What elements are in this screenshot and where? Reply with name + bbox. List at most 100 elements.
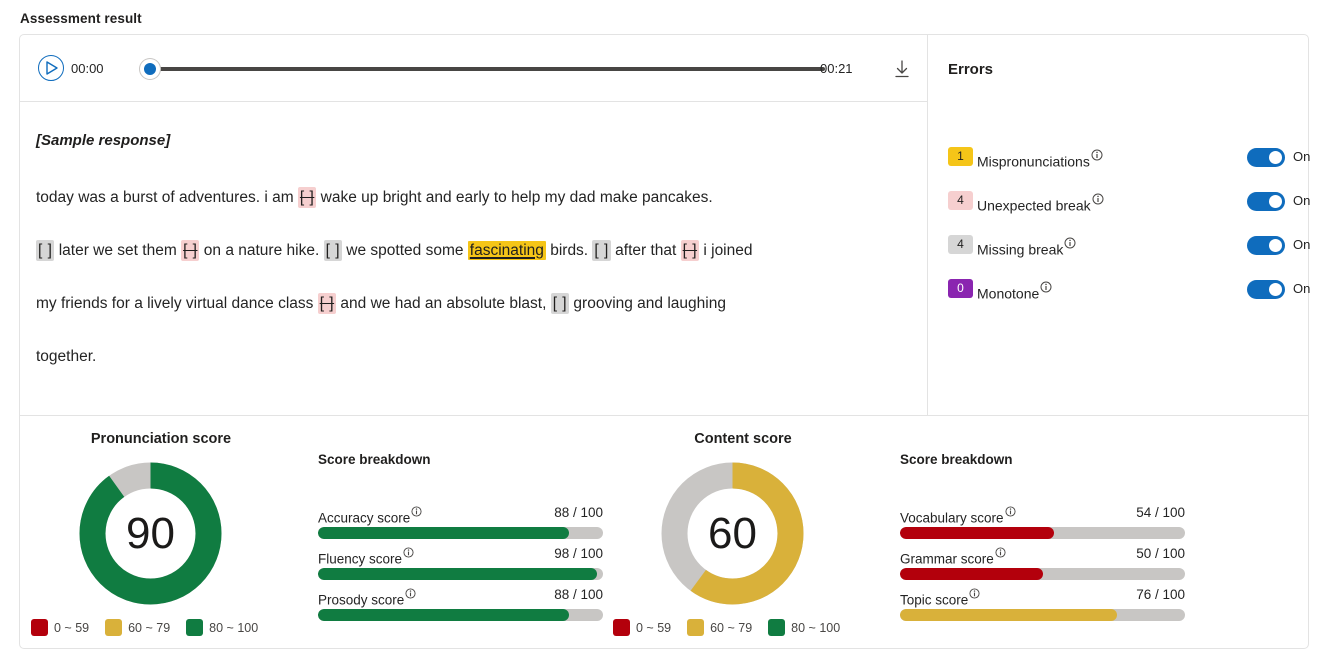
error-count-badge: 0 [948,279,973,298]
score-value: 60 [708,508,757,558]
legend-item: 80 ~ 100 [186,619,258,636]
score-title: Pronunciation score [90,431,232,447]
unexpected-break-marker[interactable]: [ ] [317,293,337,314]
info-icon[interactable] [1040,280,1052,296]
unexpected-break-marker[interactable]: [ ] [297,187,317,208]
download-icon[interactable] [891,58,913,80]
breakdown-bar-track [318,527,603,539]
transcript-text: after that [610,242,681,259]
breakdown-value: 88 / 100 [554,587,603,602]
info-icon[interactable] [403,546,414,561]
breakdown-bar-fill [318,609,569,621]
transcript-text: grooving and laughing [569,295,726,312]
toggle-state-label: On [1293,237,1311,252]
legend-swatch [105,619,123,636]
missing-break-marker[interactable]: [ ] [550,293,570,314]
errors-panel: Errors 1 Mispronunciations On 4 Unexpected b… [928,35,1310,415]
transcript-text: on a nature hike. [199,242,324,259]
error-toggle[interactable] [1247,280,1285,299]
missing-break-marker[interactable]: [ ] [36,240,55,261]
content-score-block: Content score 60 0 ~ 59 60 ~ 79 80 ~ 100 Scor… [602,416,1246,648]
score-legend: 0 ~ 59 60 ~ 79 80 ~ 100 [31,619,274,639]
transcript-text: together. [36,348,97,365]
legend-swatch [613,619,630,636]
breakdown-value: 76 / 100 [1136,587,1185,602]
score-title: Content score [694,431,792,447]
info-icon[interactable] [1064,236,1076,252]
transcript-line: today was a burst of adventures. i am [ … [36,171,911,224]
legend-label: 60 ~ 79 [710,621,753,635]
legend-item: 60 ~ 79 [687,619,752,636]
error-toggle[interactable] [1247,192,1285,211]
breakdown-bar-track [900,568,1185,580]
unexpected-break-marker[interactable]: [ ] [680,240,700,261]
breakdown-bar-track [900,527,1185,539]
legend-label: 0 ~ 59 [54,621,90,635]
missing-break-marker[interactable]: [ ] [592,240,611,261]
download-arrow-icon [895,60,909,78]
info-icon[interactable] [1005,505,1016,520]
errors-title: Errors [948,61,994,78]
toggle-state-label: On [1293,281,1311,296]
breakdown-bar-fill [900,568,1043,580]
legend-label: 60 ~ 79 [128,621,171,635]
error-label: Mispronunciations [977,148,1103,170]
breakdown-value: 98 / 100 [554,546,603,561]
legend-item: 0 ~ 59 [613,619,671,636]
breakdown-bar-track [318,568,603,580]
error-toggle[interactable] [1247,236,1285,255]
transcript-text: and we had an absolute blast, [336,295,551,312]
info-icon[interactable] [969,587,980,602]
breakdown-label: Vocabulary score [900,505,1016,526]
breakdown-bar-track [900,609,1185,621]
transcript-line: together. [36,330,911,383]
score-donut: 90 [78,461,223,606]
info-icon[interactable] [1091,148,1103,164]
transcript-text: we spotted some [342,242,468,259]
score-legend: 0 ~ 59 60 ~ 79 80 ~ 100 [613,619,856,639]
info-icon[interactable] [405,587,416,602]
page-title: Assessment result [20,11,142,26]
unexpected-break-marker[interactable]: [ ] [181,240,200,261]
error-toggle[interactable] [1247,148,1285,167]
legend-label: 80 ~ 100 [209,621,259,635]
breakdown-bar-fill [318,527,569,539]
error-count-badge: 1 [948,147,973,166]
legend-label: 0 ~ 59 [636,621,672,635]
breakdown-label: Fluency score [318,546,414,567]
info-icon[interactable] [411,505,422,520]
breakdown-title: Score breakdown [318,452,431,467]
play-icon[interactable] [38,55,64,81]
score-donut: 60 [660,461,805,606]
transcript-lines: today was a burst of adventures. i am [ … [36,171,911,383]
mispronunciation-word[interactable]: fascinating [467,241,546,260]
breakdown-label: Topic score [900,587,980,608]
toggle-state-label: On [1293,193,1311,208]
legend-item: 0 ~ 59 [31,619,89,636]
error-count-badge: 4 [948,191,973,210]
error-row: 0 Monotone On [948,279,1310,302]
transcript-text: i joined [699,242,753,259]
transcript-line: my friends for a lively virtual dance cl… [36,277,911,330]
error-row: 4 Unexpected break On [948,191,1310,214]
info-icon[interactable] [1092,192,1104,208]
error-row: 1 Mispronunciations On [948,147,1310,170]
play-triangle-icon [46,61,58,75]
pronunciation-score-block: Pronunciation score 90 0 ~ 59 60 ~ 79 80 ~ 1… [20,416,664,648]
breakdown-label: Prosody score [318,587,416,608]
audio-player: 00:00 00:21 [20,35,927,101]
breakdown-bar-track [318,609,603,621]
info-icon[interactable] [995,546,1006,561]
top-region: 00:00 00:21 [Sample response] today was … [20,35,1310,415]
legend-label: 80 ~ 100 [791,621,841,635]
transcript-text: today was a burst of adventures. i am [36,189,298,206]
breakdown-bar-fill [900,609,1117,621]
error-row: 4 Missing break On [948,235,1310,258]
score-value: 90 [126,508,175,558]
slider-thumb[interactable] [140,59,160,79]
audio-progress-slider[interactable] [140,59,825,79]
sample-response-label: [Sample response] [36,132,171,149]
breakdown-title: Score breakdown [900,452,1013,467]
error-label: Missing break [977,236,1076,258]
missing-break-marker[interactable]: [ ] [323,240,342,261]
